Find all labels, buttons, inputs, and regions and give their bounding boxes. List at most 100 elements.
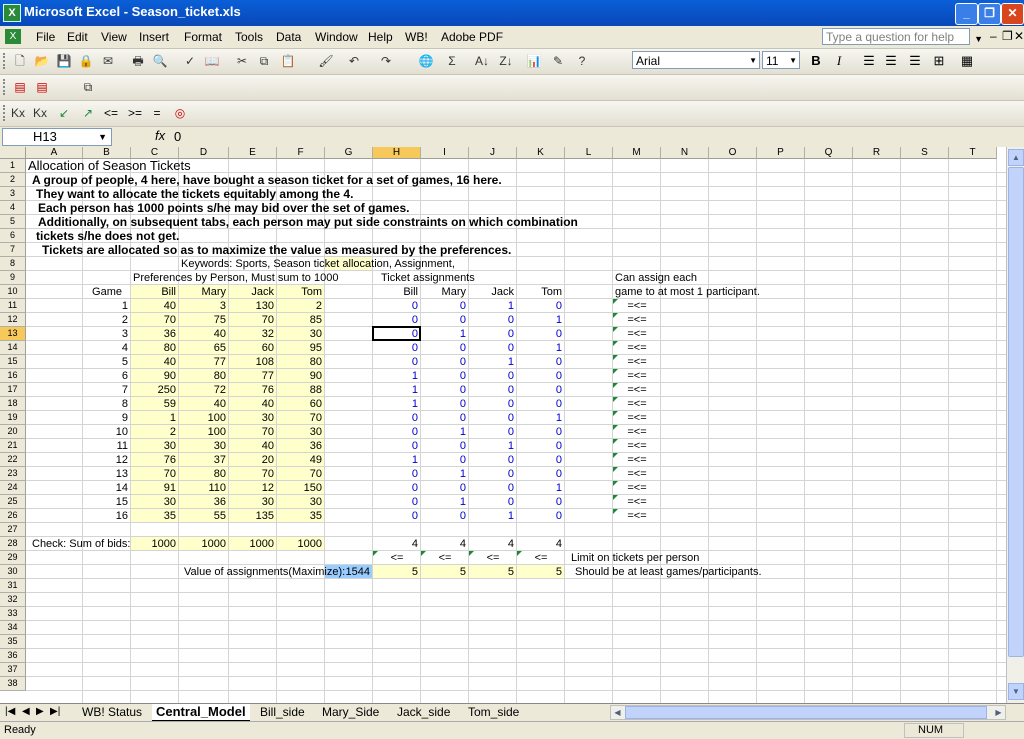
constraint-cell[interactable]: <= xyxy=(517,551,565,565)
row-header[interactable]: 2 xyxy=(0,173,26,187)
scroll-up-icon[interactable]: ▲ xyxy=(1008,149,1024,166)
preference-cell[interactable]: 1 xyxy=(131,411,176,425)
assignment-cell[interactable]: 0 xyxy=(469,411,514,425)
assignment-cell[interactable]: 0 xyxy=(373,341,418,355)
description-text[interactable]: tickets s/he does not get. xyxy=(36,229,179,243)
constraint-cell[interactable]: <= xyxy=(469,551,517,565)
row-header[interactable]: 11 xyxy=(0,299,26,313)
toolbar-grip[interactable] xyxy=(3,79,7,95)
column-header[interactable]: E xyxy=(229,147,277,159)
redo-icon[interactable]: ↷ xyxy=(378,53,394,69)
description-text[interactable]: Tickets are allocated so as to maximize … xyxy=(42,243,511,257)
person-header[interactable]: Jack xyxy=(469,285,514,299)
preference-cell[interactable]: 110 xyxy=(179,481,226,495)
preference-cell[interactable]: 70 xyxy=(277,467,322,481)
toolbar-grip[interactable] xyxy=(3,53,7,69)
preference-cell[interactable]: 90 xyxy=(277,369,322,383)
preference-cell[interactable]: 80 xyxy=(131,341,176,355)
assignment-cell[interactable]: 0 xyxy=(517,509,562,523)
chart-wizard-icon[interactable]: 📊 xyxy=(526,53,542,69)
constraint-cell[interactable]: =<= xyxy=(613,453,661,467)
copy-icon[interactable]: ⧉ xyxy=(256,53,272,69)
help-icon[interactable]: ? xyxy=(574,53,590,69)
total-cell[interactable]: 4 xyxy=(421,537,466,551)
preference-cell[interactable]: 30 xyxy=(277,327,322,341)
column-header[interactable]: O xyxy=(709,147,757,159)
assignment-cell[interactable]: 0 xyxy=(421,411,466,425)
assignment-cell[interactable]: 0 xyxy=(373,425,418,439)
autosum-icon[interactable]: Σ xyxy=(444,53,460,69)
row-header[interactable]: 29 xyxy=(0,551,26,565)
print-icon[interactable]: 🖶 xyxy=(130,53,146,69)
preference-cell[interactable]: 12 xyxy=(229,481,274,495)
constraint-cell[interactable]: =<= xyxy=(613,369,661,383)
workbook-icon[interactable]: X xyxy=(5,29,21,44)
constraint-cell[interactable]: =<= xyxy=(613,397,661,411)
row-header[interactable]: 1 xyxy=(0,159,26,173)
sort-descending-icon[interactable]: Z↓ xyxy=(498,53,514,69)
column-header[interactable]: S xyxy=(901,147,949,159)
row-header[interactable]: 14 xyxy=(0,341,26,355)
assignment-cell[interactable]: 1 xyxy=(469,299,514,313)
preference-cell[interactable]: 20 xyxy=(229,453,274,467)
description-text[interactable]: A group of people, 4 here, have bought a… xyxy=(32,173,502,187)
assignment-cell[interactable]: 0 xyxy=(469,481,514,495)
assignment-cell[interactable]: 0 xyxy=(469,369,514,383)
assignment-cell[interactable]: 0 xyxy=(517,467,562,481)
column-header[interactable]: J xyxy=(469,147,517,159)
assignment-cell[interactable]: 0 xyxy=(517,453,562,467)
objective-icon[interactable]: ↙ xyxy=(56,105,72,121)
remove-decision-icon[interactable]: Kx xyxy=(32,105,48,121)
preference-cell[interactable]: 70 xyxy=(229,467,274,481)
row-header[interactable]: 23 xyxy=(0,467,26,481)
preference-cell[interactable]: 32 xyxy=(229,327,274,341)
sum-cell[interactable]: 1000 xyxy=(179,537,226,551)
scroll-thumb[interactable] xyxy=(625,706,987,719)
total-cell[interactable]: 4 xyxy=(469,537,514,551)
sheet-title[interactable]: Allocation of Season Tickets xyxy=(28,159,191,173)
assignment-cell[interactable]: 0 xyxy=(421,369,466,383)
assignment-cell[interactable]: 0 xyxy=(517,355,562,369)
column-header[interactable]: H xyxy=(373,147,421,159)
research-icon[interactable]: 📖 xyxy=(204,53,220,69)
preference-cell[interactable]: 80 xyxy=(179,467,226,481)
assignment-cell[interactable]: 0 xyxy=(517,383,562,397)
column-header[interactable]: G xyxy=(325,147,373,159)
row-header[interactable]: 20 xyxy=(0,425,26,439)
assignment-cell[interactable]: 0 xyxy=(421,341,466,355)
assignment-cell[interactable]: 1 xyxy=(421,467,466,481)
assignment-cell[interactable]: 0 xyxy=(469,313,514,327)
assignment-cell[interactable]: 0 xyxy=(469,425,514,439)
menu-data[interactable]: Data xyxy=(276,30,301,44)
assignment-cell[interactable]: 0 xyxy=(517,397,562,411)
worksheet-grid[interactable]: A B C D E F G H I J K L M N O P Q R S T 1 2 3 4 5 6 7 8 9 10 11 12 13 14 1… xyxy=(0,147,1006,703)
assignment-cell[interactable]: 1 xyxy=(373,397,418,411)
preference-cell[interactable]: 80 xyxy=(179,369,226,383)
person-header[interactable]: Tom xyxy=(277,285,322,299)
preference-cell[interactable]: 40 xyxy=(229,397,274,411)
align-center-icon[interactable]: ☰ xyxy=(882,52,900,70)
new-icon[interactable]: 🗋 xyxy=(12,53,28,69)
tab-jack-side[interactable]: Jack_side xyxy=(393,704,454,720)
column-header[interactable]: P xyxy=(757,147,805,159)
preference-cell[interactable]: 70 xyxy=(229,425,274,439)
sum-cell[interactable]: 1000 xyxy=(131,537,176,551)
column-header[interactable]: Q xyxy=(805,147,853,159)
menu-help[interactable]: Help xyxy=(368,30,393,44)
row-header[interactable]: 6 xyxy=(0,229,26,243)
game-number[interactable]: 12 xyxy=(83,453,128,467)
assignment-cell[interactable]: 0 xyxy=(373,355,418,369)
preference-cell[interactable]: 130 xyxy=(229,299,274,313)
person-header[interactable]: Bill xyxy=(373,285,418,299)
column-header[interactable]: N xyxy=(661,147,709,159)
game-number[interactable]: 9 xyxy=(83,411,128,425)
preference-cell[interactable]: 108 xyxy=(229,355,274,369)
constraint-cell[interactable]: =<= xyxy=(613,355,661,369)
preference-cell[interactable]: 100 xyxy=(179,425,226,439)
row-header[interactable]: 32 xyxy=(0,593,26,607)
preference-cell[interactable]: 49 xyxy=(277,453,322,467)
row-header[interactable]: 15 xyxy=(0,355,26,369)
preference-cell[interactable]: 70 xyxy=(229,313,274,327)
assignment-cell[interactable]: 0 xyxy=(373,481,418,495)
constraint-cell[interactable]: <= xyxy=(421,551,469,565)
